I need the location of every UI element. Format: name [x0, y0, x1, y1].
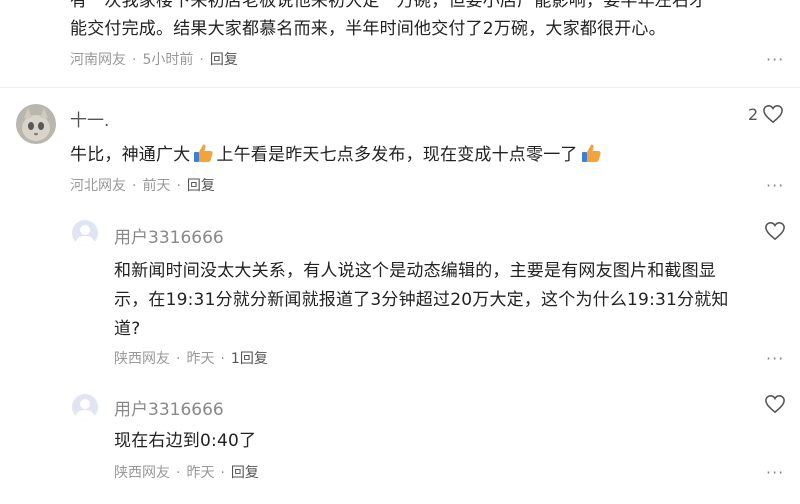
- comment-text: 牛比，神通广大 上午看是昨天七点多发布，现在变成十点零一了: [70, 140, 604, 170]
- comment-text-part2: 上午看是昨天七点多发布，现在变成十点零一了: [216, 145, 578, 165]
- reply-username[interactable]: 用户3316666: [114, 395, 224, 420]
- separator-dot: ·: [220, 465, 225, 481]
- separator-dot: ·: [176, 465, 181, 481]
- separator-dot: ·: [199, 52, 204, 68]
- time-label: 前天: [142, 178, 171, 194]
- reply-text-line1: 和新闻时间没太大关系，有人说这个是动态编辑的，主要是有网友图片和截图显: [114, 261, 716, 281]
- thumbs-up-emoji-icon: [194, 144, 214, 162]
- reply-button[interactable]: 回复: [210, 50, 238, 70]
- more-options-button[interactable]: ···: [766, 349, 784, 368]
- location-label: 河南网友: [70, 52, 126, 68]
- reply-meta: 陕西网友 · 昨天 · 1回复: [114, 349, 268, 369]
- comment-text-part1: 牛比，神通广大: [70, 145, 191, 165]
- location-label: 河北网友: [70, 178, 126, 194]
- top-comment-text-line2: 能交付完成。结果大家都慕名而来，半年时间他交付了2万碗，大家都很开心。: [70, 19, 666, 39]
- separator-dot: ·: [132, 52, 137, 68]
- default-user-avatar-icon: [72, 220, 98, 246]
- thumbs-up-emoji-icon: [581, 144, 601, 162]
- comment-username[interactable]: 十一.: [70, 106, 109, 131]
- like-button[interactable]: [764, 394, 786, 418]
- top-comment-meta: 河南网友 · 5小时前 · 回复: [70, 50, 238, 70]
- separator-dot: ·: [176, 351, 181, 367]
- separator-dot: ·: [220, 351, 225, 367]
- more-options-button[interactable]: ···: [766, 176, 784, 195]
- divider: [0, 87, 800, 88]
- time-label: 昨天: [186, 465, 215, 481]
- like-button[interactable]: 2: [748, 104, 784, 124]
- reply-count-button[interactable]: 1回复: [231, 349, 268, 369]
- comment-meta: 河北网友 · 前天 · 回复: [70, 176, 215, 196]
- separator-dot: ·: [132, 178, 137, 194]
- time-label: 5小时前: [142, 52, 194, 68]
- more-options-button[interactable]: ···: [766, 50, 784, 69]
- default-user-avatar-icon: [72, 394, 98, 420]
- reply-user-avatar[interactable]: [72, 394, 98, 420]
- time-label: 昨天: [186, 351, 215, 367]
- cat-avatar-icon: [16, 104, 56, 144]
- reply-text-line2: 示，在19:31分就分新闻就报道了3分钟超过20万大定，这个为什么19:31分就…: [114, 290, 729, 310]
- heart-outline-icon: [765, 395, 785, 414]
- reply-text-line3: 道?: [114, 319, 141, 339]
- user-avatar[interactable]: [16, 104, 56, 144]
- reply-meta: 陕西网友 · 昨天 · 回复: [114, 463, 259, 483]
- reply-button[interactable]: 回复: [187, 176, 215, 196]
- reply-button[interactable]: 回复: [231, 463, 259, 483]
- like-count: 2: [748, 104, 759, 124]
- like-button[interactable]: [764, 221, 786, 245]
- location-label: 陕西网友: [114, 465, 170, 481]
- reply-username[interactable]: 用户3316666: [114, 223, 224, 248]
- location-label: 陕西网友: [114, 351, 170, 367]
- reply-text-line1: 现在右边到0:40了: [114, 431, 257, 451]
- more-options-button[interactable]: ···: [766, 463, 784, 482]
- heart-outline-icon: [763, 105, 784, 124]
- reply-user-avatar[interactable]: [72, 220, 98, 246]
- heart-outline-icon: [765, 222, 785, 241]
- separator-dot: ·: [176, 178, 181, 194]
